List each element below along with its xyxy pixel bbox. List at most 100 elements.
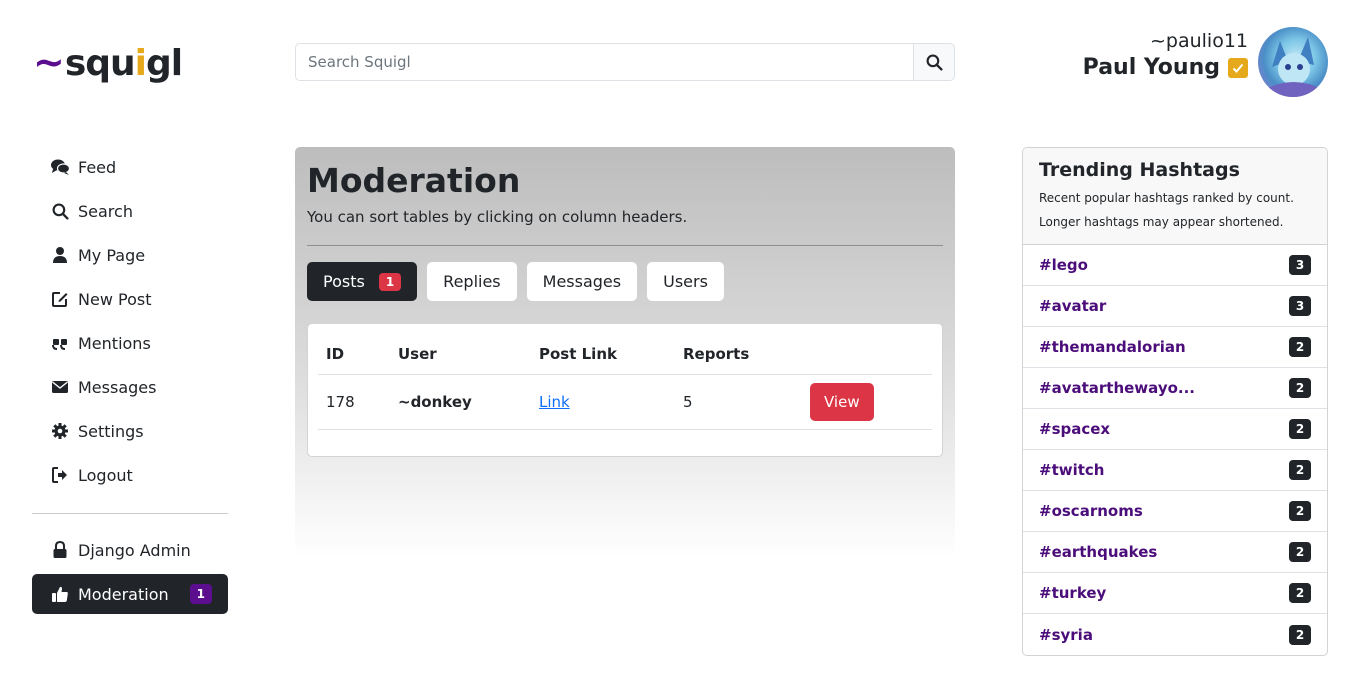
sidebar-item-label: Search — [78, 201, 133, 221]
avatar[interactable] — [1258, 27, 1328, 97]
logo[interactable]: ~ squigl — [33, 40, 183, 84]
column-header-id[interactable]: ID — [318, 334, 390, 375]
sidebar-item-label: Messages — [78, 377, 157, 397]
sidebar-item-my-page[interactable]: My Page — [32, 235, 228, 275]
column-header-user[interactable]: User — [390, 334, 531, 375]
verified-check-icon — [1228, 58, 1248, 78]
hashtag-link[interactable]: #oscarnoms — [1039, 502, 1143, 520]
moderation-tabs: Posts 1 Replies Messages Users — [307, 262, 943, 301]
moderation-panel: Moderation You can sort tables by clicki… — [295, 147, 955, 557]
hashtag-count-badge: 2 — [1289, 624, 1311, 645]
tab-label: Posts — [323, 272, 365, 291]
search-icon — [50, 201, 70, 221]
title-divider — [307, 245, 943, 246]
tab-label: Users — [663, 272, 708, 291]
sidebar-item-feed[interactable]: Feed — [32, 147, 228, 187]
hashtag-link[interactable]: #lego — [1039, 256, 1088, 274]
hashtag-link[interactable]: #turkey — [1039, 584, 1106, 602]
sidebar-item-label: Logout — [78, 465, 133, 485]
sidebar-item-new-post[interactable]: New Post — [32, 279, 228, 319]
hashtag-link[interactable]: #earthquakes — [1039, 543, 1157, 561]
post-link[interactable]: Link — [539, 393, 570, 411]
page-subtitle: You can sort tables by clicking on colum… — [307, 208, 688, 226]
hashtag-count-badge: 2 — [1289, 542, 1311, 562]
cell-post-link: Link — [531, 374, 675, 430]
hashtag-row[interactable]: #earthquakes 2 — [1023, 532, 1327, 573]
hashtag-link[interactable]: #avatarthewayo... — [1039, 379, 1195, 397]
sidebar-item-search[interactable]: Search — [32, 191, 228, 231]
moderation-count-badge: 1 — [189, 584, 212, 604]
envelope-icon — [50, 377, 70, 397]
hashtag-row[interactable]: #lego 3 — [1023, 245, 1327, 286]
table-header-row: ID User Post Link Reports — [318, 334, 932, 375]
reports-table-card: ID User Post Link Reports 178 ~donkey Li… — [307, 323, 943, 457]
hashtag-link[interactable]: #syria — [1039, 626, 1093, 644]
thumbs-up-icon — [50, 584, 70, 604]
posts-count-badge: 1 — [378, 272, 402, 291]
column-header-post-link[interactable]: Post Link — [531, 334, 675, 375]
search-input[interactable] — [295, 43, 913, 81]
sidebar: Feed Search My Page New Post Mentions Me… — [32, 147, 228, 618]
hashtag-row[interactable]: #syria 2 — [1023, 614, 1327, 655]
trending-title: Trending Hashtags — [1039, 159, 1240, 181]
hashtag-count-badge: 2 — [1289, 378, 1311, 398]
hashtag-row[interactable]: #spacex 2 — [1023, 409, 1327, 450]
sidebar-item-label: New Post — [78, 289, 152, 309]
search-icon — [926, 54, 943, 71]
comments-icon — [50, 157, 70, 177]
hashtag-row[interactable]: #avatarthewayo... 2 — [1023, 368, 1327, 409]
hashtag-row[interactable]: #turkey 2 — [1023, 573, 1327, 614]
cell-id: 178 — [318, 374, 390, 430]
table-row: 178 ~donkey Link 5 View — [318, 374, 932, 430]
view-button[interactable]: View — [810, 382, 874, 421]
sidebar-item-label: Settings — [78, 421, 144, 441]
hashtag-row[interactable]: #twitch 2 — [1023, 450, 1327, 491]
hashtag-count-badge: 2 — [1289, 501, 1311, 521]
sidebar-item-messages[interactable]: Messages — [32, 367, 228, 407]
sidebar-item-mentions[interactable]: Mentions — [32, 323, 228, 363]
sidebar-divider — [32, 513, 228, 514]
sidebar-item-label: My Page — [78, 245, 146, 265]
hashtag-count-badge: 2 — [1289, 337, 1311, 357]
cell-actions: View — [802, 374, 932, 430]
tab-replies[interactable]: Replies — [427, 262, 517, 301]
gear-icon — [50, 421, 70, 441]
sidebar-item-logout[interactable]: Logout — [32, 455, 228, 495]
lock-icon — [50, 540, 70, 560]
column-header-reports[interactable]: Reports — [675, 334, 802, 375]
trending-description: Longer hashtags may appear shortened. — [1039, 215, 1284, 229]
hashtag-row[interactable]: #oscarnoms 2 — [1023, 491, 1327, 532]
username[interactable]: ~paulio11 — [1083, 30, 1248, 52]
trending-hashtags: Trending Hashtags Recent popular hashtag… — [1022, 147, 1328, 656]
page-title: Moderation — [307, 161, 521, 200]
sidebar-item-django-admin[interactable]: Django Admin — [32, 530, 228, 570]
tab-posts[interactable]: Posts 1 — [307, 262, 418, 301]
hashtag-link[interactable]: #spacex — [1039, 420, 1110, 438]
sidebar-item-moderation[interactable]: Moderation 1 — [32, 574, 228, 614]
tab-messages[interactable]: Messages — [526, 262, 638, 301]
hashtag-link[interactable]: #twitch — [1039, 461, 1104, 479]
trending-header: Trending Hashtags Recent popular hashtag… — [1023, 148, 1327, 245]
column-header-actions — [802, 334, 932, 375]
tab-label: Messages — [542, 272, 622, 291]
user-fullname: Paul Young — [1083, 52, 1248, 84]
search-bar — [295, 43, 955, 81]
hashtag-count-badge: 2 — [1289, 583, 1311, 603]
cell-reports: 5 — [675, 374, 802, 430]
tab-users[interactable]: Users — [647, 262, 724, 301]
sidebar-item-settings[interactable]: Settings — [32, 411, 228, 451]
hashtag-row[interactable]: #avatar 3 — [1023, 286, 1327, 327]
cell-user[interactable]: ~donkey — [390, 374, 531, 430]
fullname-text: Paul Young — [1082, 55, 1220, 80]
hashtag-link[interactable]: #avatar — [1039, 297, 1106, 315]
sidebar-item-label: Moderation — [78, 584, 169, 604]
sidebar-item-label: Feed — [78, 157, 117, 177]
trending-description: Recent popular hashtags ranked by count. — [1039, 191, 1294, 205]
sidebar-item-label: Mentions — [78, 333, 151, 353]
hashtag-row[interactable]: #themandalorian 2 — [1023, 327, 1327, 368]
edit-icon — [50, 289, 70, 309]
user-icon — [50, 245, 70, 265]
search-button[interactable] — [913, 43, 955, 81]
hashtag-count-badge: 3 — [1289, 255, 1311, 275]
hashtag-link[interactable]: #themandalorian — [1039, 338, 1186, 356]
